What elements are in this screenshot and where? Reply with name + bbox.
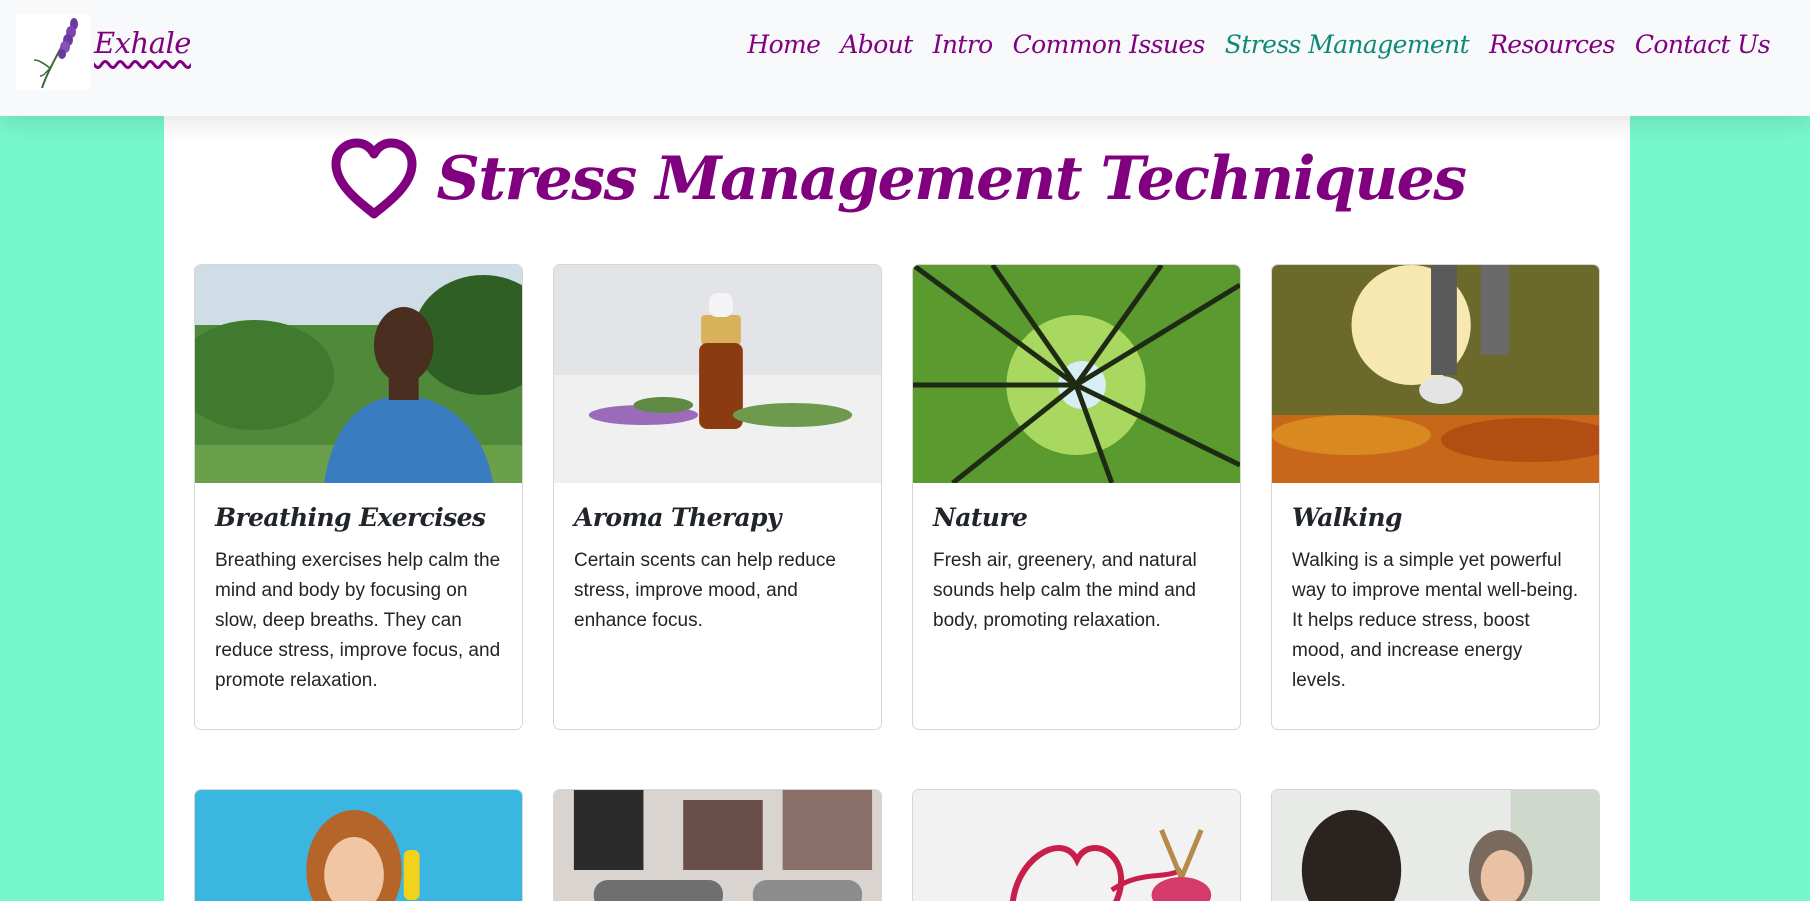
group-yoga-mats-photo (554, 790, 881, 901)
card-row2-1 (194, 789, 523, 901)
nav-link-common-issues[interactable]: Common Issues (1013, 30, 1206, 59)
page-title: Stress Management Techniques (164, 124, 1630, 234)
nav-link-home[interactable]: Home (747, 30, 821, 59)
card-text: Fresh air, greenery, and natural sounds … (933, 550, 1197, 631)
card-body: Walking Walking is a simple yet powerful… (1272, 483, 1599, 716)
card-title: Nature (933, 503, 1028, 532)
card-row2-2 (553, 789, 882, 901)
card-title: Breathing Exercises (215, 503, 486, 532)
nav-link-resources[interactable]: Resources (1489, 30, 1615, 59)
card-row2-4 (1271, 789, 1600, 901)
card-body: Aroma Therapy Certain scents can help re… (554, 483, 881, 656)
card-text: Certain scents can help reduce stress, i… (574, 550, 836, 631)
card-body: Nature Fresh air, greenery, and natural … (913, 483, 1240, 656)
card-title: Aroma Therapy (574, 503, 781, 532)
card-text: Walking is a simple yet powerful way to … (1292, 550, 1579, 691)
card-row2-3 (912, 789, 1241, 901)
nav-link-contact-us[interactable]: Contact Us (1635, 30, 1771, 59)
therapy-conversation-photo (1272, 790, 1599, 901)
heart-shaped-yarn-knitting-photo (913, 790, 1240, 901)
nav-link-intro[interactable]: Intro (933, 30, 994, 59)
essential-oil-bottle-with-herbs-photo (554, 265, 881, 483)
forest-canopy-from-below-photo (913, 265, 1240, 483)
feet-walking-on-autumn-leaves-photo (1272, 265, 1599, 483)
brand-name: Exhale (94, 26, 191, 60)
nav-menu: Home About Intro Common Issues Stress Ma… (747, 30, 1770, 59)
nav-link-stress-management[interactable]: Stress Management (1225, 30, 1470, 59)
heart-outline-icon (331, 138, 417, 219)
card-aroma-therapy: Aroma Therapy Certain scents can help re… (553, 264, 882, 730)
nav-link-about[interactable]: About (840, 30, 913, 59)
man-breathing-outdoors-photo (195, 265, 522, 483)
lavender-sprig-icon (16, 14, 90, 90)
brand-link[interactable]: Exhale (16, 14, 191, 90)
main-content: Stress Management Techniques Breathing E… (164, 0, 1630, 901)
laughing-woman-on-phone-photo (195, 790, 522, 901)
card-breathing-exercises: Breathing Exercises Breathing exercises … (194, 264, 523, 730)
card-title: Walking (1292, 503, 1402, 532)
card-body: Breathing Exercises Breathing exercises … (195, 483, 522, 716)
page-title-text: Stress Management Techniques (436, 144, 1467, 214)
navbar: Exhale Home About Intro Common Issues St… (0, 0, 1810, 116)
card-text: Breathing exercises help calm the mind a… (215, 550, 501, 691)
card-nature: Nature Fresh air, greenery, and natural … (912, 264, 1241, 730)
card-walking: Walking Walking is a simple yet powerful… (1271, 264, 1600, 730)
